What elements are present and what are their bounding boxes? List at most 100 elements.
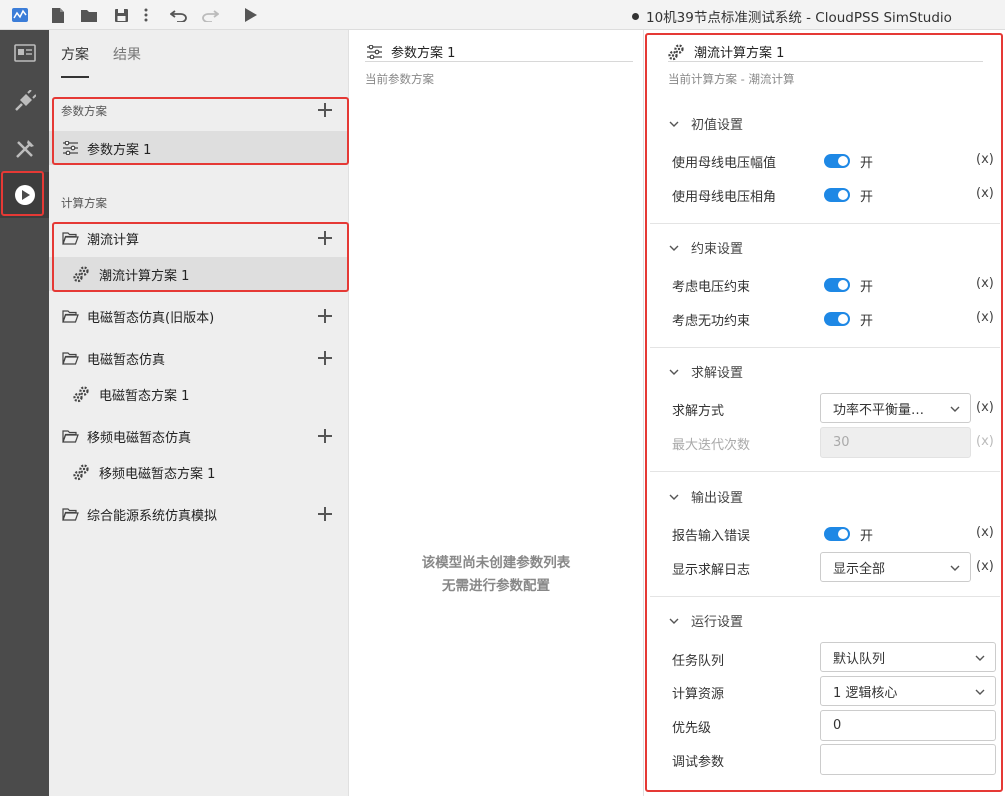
task-queue-value: 默认队列: [833, 651, 886, 667]
calc-panel-title-text: 潮流计算方案 1: [694, 46, 785, 61]
chevron-down-icon: [950, 406, 960, 412]
reactive-constraint-toggle[interactable]: [824, 312, 850, 326]
report-error-label: 报告输入错误: [672, 529, 751, 544]
activity-model-button[interactable]: [0, 30, 49, 76]
use-bus-voltage-mag-expr-button[interactable]: (x): [976, 152, 994, 167]
redo-icon[interactable]: [200, 5, 220, 25]
voltage-constraint-label: 考虑电压约束: [672, 280, 751, 295]
calc-item-label: 移频电磁暂态方案 1: [99, 466, 216, 482]
activity-component-button[interactable]: [0, 78, 49, 124]
use-bus-voltage-mag-toggle[interactable]: [824, 154, 850, 168]
group-output-header[interactable]: 输出设置: [669, 487, 743, 506]
calc-group-ies[interactable]: 综合能源系统仿真模拟: [49, 497, 349, 531]
open-folder-icon[interactable]: [79, 5, 99, 25]
use-bus-voltage-mag-state: 开: [860, 156, 874, 171]
reactive-constraint-expr-button[interactable]: (x): [976, 310, 994, 325]
calc-panel-subtitle: 当前计算方案 - 潮流计算: [668, 72, 795, 86]
calc-item-emt-1[interactable]: 电磁暂态方案 1: [49, 377, 349, 411]
solve-log-select[interactable]: 显示全部: [820, 552, 971, 582]
calc-section-label: 计算方案: [61, 196, 107, 210]
compute-resource-label: 计算资源: [672, 687, 725, 702]
calc-group-label: 潮流计算: [87, 232, 140, 248]
top-toolbar: 10机39节点标准测试系统 - CloudPSS SimStudio: [0, 0, 1005, 30]
add-sfemt-plus-icon[interactable]: [318, 429, 332, 443]
debug-params-input[interactable]: [820, 744, 996, 775]
use-bus-voltage-angle-label: 使用母线电压相角: [672, 190, 777, 205]
param-scheme-panel: 参数方案 1 当前参数方案 该模型尚未创建参数列表 无需进行参数配置: [349, 30, 643, 796]
add-param-plus-icon[interactable]: [318, 103, 332, 117]
chevron-down-icon: [975, 689, 985, 695]
group-output-label: 输出设置: [691, 491, 744, 506]
group-initial-header[interactable]: 初值设置: [669, 114, 743, 133]
report-error-toggle[interactable]: [824, 527, 850, 541]
group-constraint-header[interactable]: 约束设置: [669, 238, 743, 257]
calc-item-powerflow-1[interactable]: 潮流计算方案 1: [49, 257, 349, 291]
solve-method-select[interactable]: 功率不平衡量…: [820, 393, 971, 423]
param-item[interactable]: 参数方案 1: [49, 131, 349, 165]
priority-input[interactable]: 0: [820, 710, 996, 741]
calc-group-label: 电磁暂态仿真: [87, 352, 166, 368]
folder-open-icon: [61, 427, 79, 445]
gears-icon: [73, 385, 91, 403]
compute-resource-value: 1 逻辑核心: [833, 685, 898, 701]
tab-underline: [61, 76, 89, 78]
use-bus-voltage-angle-expr-button[interactable]: (x): [976, 186, 994, 201]
calc-item-sfemt-1[interactable]: 移频电磁暂态方案 1: [49, 455, 349, 489]
chevron-down-icon: [669, 369, 679, 375]
tab-scheme[interactable]: 方案: [61, 44, 89, 64]
chevron-down-icon: [669, 245, 679, 251]
window-title: 10机39节点标准测试系统 - CloudPSS SimStudio: [632, 6, 952, 26]
plug-icon: [14, 90, 36, 111]
calc-group-emt[interactable]: 电磁暂态仿真: [49, 341, 349, 375]
use-bus-voltage-angle-toggle[interactable]: [824, 188, 850, 202]
more-vertical-icon[interactable]: [136, 5, 156, 25]
reactive-constraint-state: 开: [860, 314, 874, 329]
calc-scheme-panel: 潮流计算方案 1 当前计算方案 - 潮流计算 初值设置 使用母线电压幅值 开 (…: [643, 30, 1005, 796]
compute-resource-select[interactable]: 1 逻辑核心: [820, 676, 996, 706]
run-play-icon[interactable]: [241, 5, 261, 25]
tab-results[interactable]: 结果: [113, 44, 141, 64]
add-powerflow-plus-icon[interactable]: [318, 231, 332, 245]
save-icon[interactable]: [111, 5, 131, 25]
calc-item-label: 潮流计算方案 1: [99, 268, 190, 284]
add-emt-plus-icon[interactable]: [318, 351, 332, 365]
sliders-icon: [61, 139, 79, 157]
tools-icon: [15, 140, 34, 158]
max-iter-expr-button[interactable]: (x): [976, 434, 994, 449]
group-run-header[interactable]: 运行设置: [669, 611, 743, 630]
add-emt-legacy-plus-icon[interactable]: [318, 309, 332, 323]
voltage-constraint-expr-button[interactable]: (x): [976, 276, 994, 291]
solve-log-value: 显示全部: [833, 561, 886, 577]
chevron-down-icon: [950, 565, 960, 571]
calc-group-label: 电磁暂态仿真(旧版本): [87, 310, 215, 326]
model-list-icon: [13, 44, 36, 62]
param-panel-subtitle: 当前参数方案: [365, 72, 434, 86]
group-separator: [650, 347, 1000, 348]
group-initial-label: 初值设置: [691, 118, 744, 133]
scheme-panel: 方案 结果 参数方案 参数方案 1 计算方案 潮流计算 潮流计算方案 1 电磁暂…: [49, 30, 349, 796]
divider: [668, 61, 983, 62]
calc-group-powerflow[interactable]: 潮流计算: [49, 221, 349, 255]
undo-icon[interactable]: [169, 5, 189, 25]
calc-group-sfemt[interactable]: 移频电磁暂态仿真: [49, 419, 349, 453]
group-run-label: 运行设置: [691, 615, 744, 630]
folder-open-icon: [61, 307, 79, 325]
task-queue-select[interactable]: 默认队列: [820, 642, 996, 672]
solve-log-expr-button[interactable]: (x): [976, 559, 994, 574]
calc-group-emt-legacy[interactable]: 电磁暂态仿真(旧版本): [49, 299, 349, 333]
solve-method-expr-button[interactable]: (x): [976, 400, 994, 415]
activity-tools-button[interactable]: [0, 126, 49, 172]
task-queue-label: 任务队列: [672, 654, 725, 669]
folder-open-icon: [61, 349, 79, 367]
param-section-label: 参数方案: [61, 104, 107, 118]
max-iter-input[interactable]: 30: [820, 427, 971, 458]
activity-simulation-button[interactable]: [0, 172, 49, 218]
empty-param-message: 该模型尚未创建参数列表 无需进行参数配置: [349, 552, 643, 598]
report-error-expr-button[interactable]: (x): [976, 525, 994, 540]
calc-panel-title: 潮流计算方案 1: [668, 42, 784, 61]
add-ies-plus-icon[interactable]: [318, 507, 332, 521]
group-separator: [650, 471, 1000, 472]
group-solve-header[interactable]: 求解设置: [669, 362, 743, 381]
voltage-constraint-toggle[interactable]: [824, 278, 850, 292]
new-file-icon[interactable]: [48, 5, 68, 25]
